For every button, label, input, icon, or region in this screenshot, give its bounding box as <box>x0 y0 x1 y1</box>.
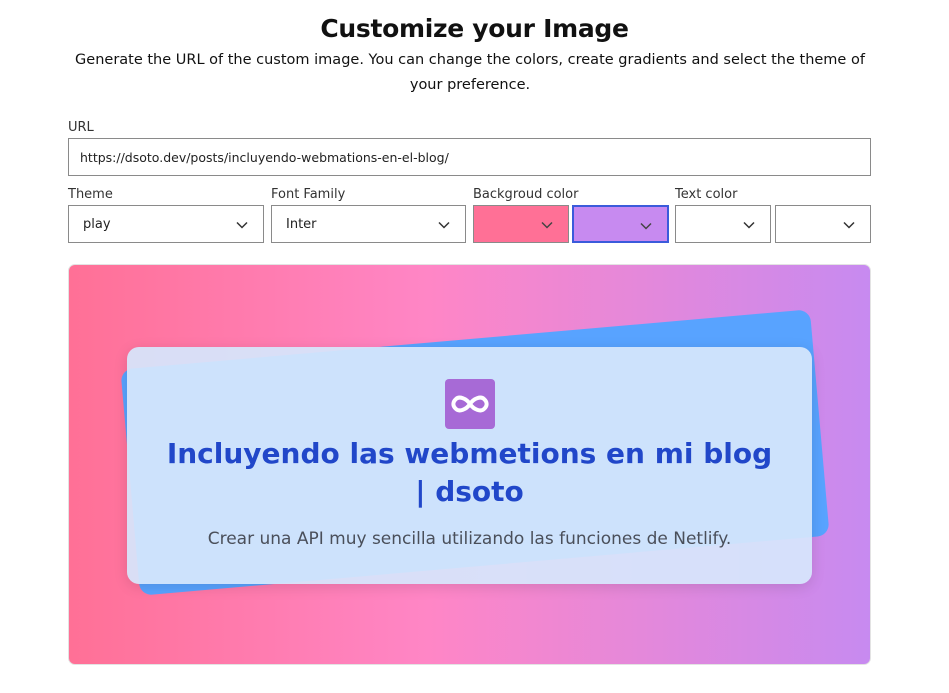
text-color-label: Text color <box>675 187 738 202</box>
page-subtitle: Generate the URL of the custom image. Yo… <box>75 52 865 93</box>
chevron-down-icon <box>743 221 755 229</box>
url-input[interactable] <box>68 138 871 176</box>
infinity-icon <box>451 395 489 413</box>
background-color-label: Backgroud color <box>473 187 579 202</box>
text-color-2-select[interactable] <box>775 205 871 243</box>
font-family-select-value: Inter <box>286 217 317 232</box>
chevron-down-icon <box>541 221 553 229</box>
page-title: Customize your Image <box>320 14 629 43</box>
theme-select[interactable]: play <box>68 205 264 243</box>
theme-select-value: play <box>83 217 111 232</box>
preview-card: Incluyendo las webmetions en mi blog | d… <box>127 347 812 584</box>
text-color-1-select[interactable] <box>675 205 771 243</box>
background-color-1-select[interactable] <box>473 205 569 243</box>
preview-logo <box>445 379 495 429</box>
chevron-down-icon <box>640 222 652 230</box>
preview-title: Incluyendo las webmetions en mi blog | d… <box>166 437 773 508</box>
url-label: URL <box>68 120 94 135</box>
font-family-label: Font Family <box>271 187 346 202</box>
font-family-select[interactable]: Inter <box>271 205 466 243</box>
chevron-down-icon <box>236 221 248 229</box>
theme-label: Theme <box>68 187 113 202</box>
background-color-2-select[interactable] <box>572 205 669 243</box>
chevron-down-icon <box>438 221 450 229</box>
preview-description: Crear una API muy sencilla utilizando la… <box>207 529 732 549</box>
chevron-down-icon <box>843 221 855 229</box>
image-preview: Incluyendo las webmetions en mi blog | d… <box>68 264 871 665</box>
